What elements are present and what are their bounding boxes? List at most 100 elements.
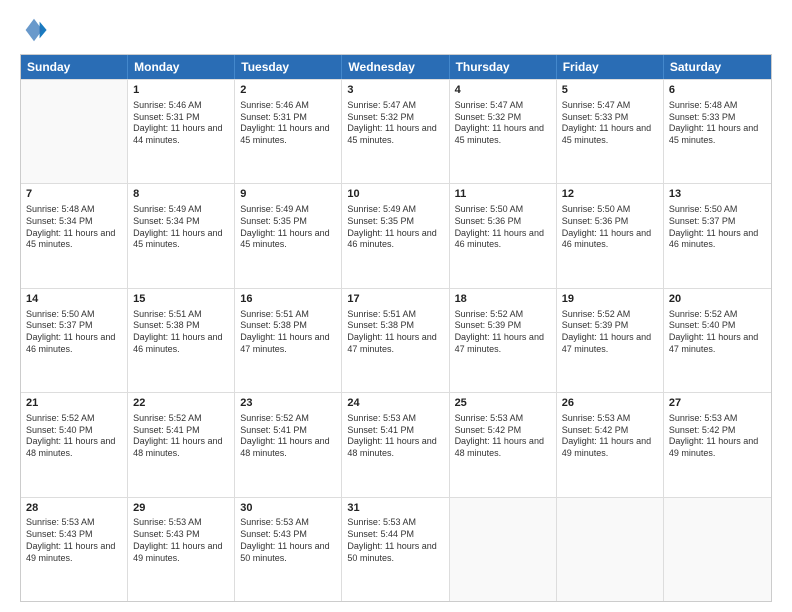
table-row: 15 Sunrise: 5:51 AM Sunset: 5:38 PM Dayl… bbox=[128, 289, 235, 392]
table-row: 10 Sunrise: 5:49 AM Sunset: 5:35 PM Dayl… bbox=[342, 184, 449, 287]
daylight-label: Daylight: 11 hours and 46 minutes. bbox=[562, 228, 658, 251]
day-number: 5 bbox=[562, 83, 658, 98]
day-number: 14 bbox=[26, 292, 122, 307]
table-row: 18 Sunrise: 5:52 AM Sunset: 5:39 PM Dayl… bbox=[450, 289, 557, 392]
daylight-label: Daylight: 11 hours and 47 minutes. bbox=[455, 332, 551, 355]
day-number: 18 bbox=[455, 292, 551, 307]
day-number: 1 bbox=[133, 83, 229, 98]
table-row: 13 Sunrise: 5:50 AM Sunset: 5:37 PM Dayl… bbox=[664, 184, 771, 287]
day-number: 8 bbox=[133, 187, 229, 202]
sunrise-text: Sunrise: 5:47 AM bbox=[455, 100, 551, 112]
day-number: 22 bbox=[133, 396, 229, 411]
sunset-text: Sunset: 5:32 PM bbox=[347, 112, 443, 124]
sunrise-text: Sunrise: 5:53 AM bbox=[347, 413, 443, 425]
day-number: 23 bbox=[240, 396, 336, 411]
sunset-text: Sunset: 5:42 PM bbox=[669, 425, 766, 437]
daylight-label: Daylight: 11 hours and 46 minutes. bbox=[133, 332, 229, 355]
table-row: 5 Sunrise: 5:47 AM Sunset: 5:33 PM Dayli… bbox=[557, 80, 664, 183]
logo bbox=[20, 16, 52, 44]
day-number: 9 bbox=[240, 187, 336, 202]
calendar-row-4: 21 Sunrise: 5:52 AM Sunset: 5:40 PM Dayl… bbox=[21, 392, 771, 496]
sunrise-text: Sunrise: 5:53 AM bbox=[669, 413, 766, 425]
sunrise-text: Sunrise: 5:50 AM bbox=[669, 204, 766, 216]
day-number: 7 bbox=[26, 187, 122, 202]
sunrise-text: Sunrise: 5:50 AM bbox=[26, 309, 122, 321]
sunset-text: Sunset: 5:37 PM bbox=[26, 320, 122, 332]
daylight-label: Daylight: 11 hours and 49 minutes. bbox=[26, 541, 122, 564]
day-number: 25 bbox=[455, 396, 551, 411]
sunrise-text: Sunrise: 5:52 AM bbox=[26, 413, 122, 425]
calendar-row-1: 1 Sunrise: 5:46 AM Sunset: 5:31 PM Dayli… bbox=[21, 79, 771, 183]
sunset-text: Sunset: 5:35 PM bbox=[347, 216, 443, 228]
daylight-label: Daylight: 11 hours and 47 minutes. bbox=[347, 332, 443, 355]
daylight-label: Daylight: 11 hours and 45 minutes. bbox=[562, 123, 658, 146]
sunset-text: Sunset: 5:41 PM bbox=[133, 425, 229, 437]
daylight-label: Daylight: 11 hours and 48 minutes. bbox=[455, 436, 551, 459]
sunset-text: Sunset: 5:36 PM bbox=[455, 216, 551, 228]
day-number: 21 bbox=[26, 396, 122, 411]
table-row: 20 Sunrise: 5:52 AM Sunset: 5:40 PM Dayl… bbox=[664, 289, 771, 392]
logo-icon bbox=[20, 16, 48, 44]
daylight-label: Daylight: 11 hours and 48 minutes. bbox=[26, 436, 122, 459]
sunset-text: Sunset: 5:43 PM bbox=[26, 529, 122, 541]
sunrise-text: Sunrise: 5:53 AM bbox=[133, 517, 229, 529]
table-row: 29 Sunrise: 5:53 AM Sunset: 5:43 PM Dayl… bbox=[128, 498, 235, 601]
header-sunday: Sunday bbox=[21, 55, 128, 79]
sunset-text: Sunset: 5:36 PM bbox=[562, 216, 658, 228]
table-row: 21 Sunrise: 5:52 AM Sunset: 5:40 PM Dayl… bbox=[21, 393, 128, 496]
daylight-label: Daylight: 11 hours and 45 minutes. bbox=[26, 228, 122, 251]
header-saturday: Saturday bbox=[664, 55, 771, 79]
header-monday: Monday bbox=[128, 55, 235, 79]
sunrise-text: Sunrise: 5:53 AM bbox=[347, 517, 443, 529]
sunset-text: Sunset: 5:34 PM bbox=[133, 216, 229, 228]
sunset-text: Sunset: 5:32 PM bbox=[455, 112, 551, 124]
sunrise-text: Sunrise: 5:52 AM bbox=[455, 309, 551, 321]
sunset-text: Sunset: 5:35 PM bbox=[240, 216, 336, 228]
sunset-text: Sunset: 5:44 PM bbox=[347, 529, 443, 541]
daylight-label: Daylight: 11 hours and 48 minutes. bbox=[133, 436, 229, 459]
sunset-text: Sunset: 5:42 PM bbox=[455, 425, 551, 437]
sunrise-text: Sunrise: 5:53 AM bbox=[562, 413, 658, 425]
daylight-label: Daylight: 11 hours and 45 minutes. bbox=[347, 123, 443, 146]
table-row: 27 Sunrise: 5:53 AM Sunset: 5:42 PM Dayl… bbox=[664, 393, 771, 496]
page: Sunday Monday Tuesday Wednesday Thursday… bbox=[0, 0, 792, 612]
calendar: Sunday Monday Tuesday Wednesday Thursday… bbox=[20, 54, 772, 602]
sunset-text: Sunset: 5:42 PM bbox=[562, 425, 658, 437]
header-thursday: Thursday bbox=[450, 55, 557, 79]
sunrise-text: Sunrise: 5:48 AM bbox=[669, 100, 766, 112]
table-row: 19 Sunrise: 5:52 AM Sunset: 5:39 PM Dayl… bbox=[557, 289, 664, 392]
day-number: 19 bbox=[562, 292, 658, 307]
table-row: 25 Sunrise: 5:53 AM Sunset: 5:42 PM Dayl… bbox=[450, 393, 557, 496]
table-row: 1 Sunrise: 5:46 AM Sunset: 5:31 PM Dayli… bbox=[128, 80, 235, 183]
sunset-text: Sunset: 5:33 PM bbox=[562, 112, 658, 124]
header bbox=[20, 16, 772, 44]
day-number: 15 bbox=[133, 292, 229, 307]
sunrise-text: Sunrise: 5:52 AM bbox=[133, 413, 229, 425]
day-number: 13 bbox=[669, 187, 766, 202]
daylight-label: Daylight: 11 hours and 47 minutes. bbox=[562, 332, 658, 355]
sunset-text: Sunset: 5:38 PM bbox=[347, 320, 443, 332]
table-row: 31 Sunrise: 5:53 AM Sunset: 5:44 PM Dayl… bbox=[342, 498, 449, 601]
table-row: 7 Sunrise: 5:48 AM Sunset: 5:34 PM Dayli… bbox=[21, 184, 128, 287]
sunset-text: Sunset: 5:40 PM bbox=[26, 425, 122, 437]
header-friday: Friday bbox=[557, 55, 664, 79]
daylight-label: Daylight: 11 hours and 45 minutes. bbox=[455, 123, 551, 146]
table-row: 23 Sunrise: 5:52 AM Sunset: 5:41 PM Dayl… bbox=[235, 393, 342, 496]
sunrise-text: Sunrise: 5:46 AM bbox=[133, 100, 229, 112]
table-row: 24 Sunrise: 5:53 AM Sunset: 5:41 PM Dayl… bbox=[342, 393, 449, 496]
calendar-row-3: 14 Sunrise: 5:50 AM Sunset: 5:37 PM Dayl… bbox=[21, 288, 771, 392]
table-row: 11 Sunrise: 5:50 AM Sunset: 5:36 PM Dayl… bbox=[450, 184, 557, 287]
sunset-text: Sunset: 5:34 PM bbox=[26, 216, 122, 228]
sunrise-text: Sunrise: 5:49 AM bbox=[133, 204, 229, 216]
table-row: 9 Sunrise: 5:49 AM Sunset: 5:35 PM Dayli… bbox=[235, 184, 342, 287]
sunrise-text: Sunrise: 5:53 AM bbox=[455, 413, 551, 425]
daylight-label: Daylight: 11 hours and 48 minutes. bbox=[347, 436, 443, 459]
daylight-label: Daylight: 11 hours and 44 minutes. bbox=[133, 123, 229, 146]
table-row: 16 Sunrise: 5:51 AM Sunset: 5:38 PM Dayl… bbox=[235, 289, 342, 392]
table-row: 14 Sunrise: 5:50 AM Sunset: 5:37 PM Dayl… bbox=[21, 289, 128, 392]
table-row: 22 Sunrise: 5:52 AM Sunset: 5:41 PM Dayl… bbox=[128, 393, 235, 496]
day-number: 24 bbox=[347, 396, 443, 411]
sunset-text: Sunset: 5:37 PM bbox=[669, 216, 766, 228]
sunset-text: Sunset: 5:41 PM bbox=[347, 425, 443, 437]
sunset-text: Sunset: 5:43 PM bbox=[240, 529, 336, 541]
